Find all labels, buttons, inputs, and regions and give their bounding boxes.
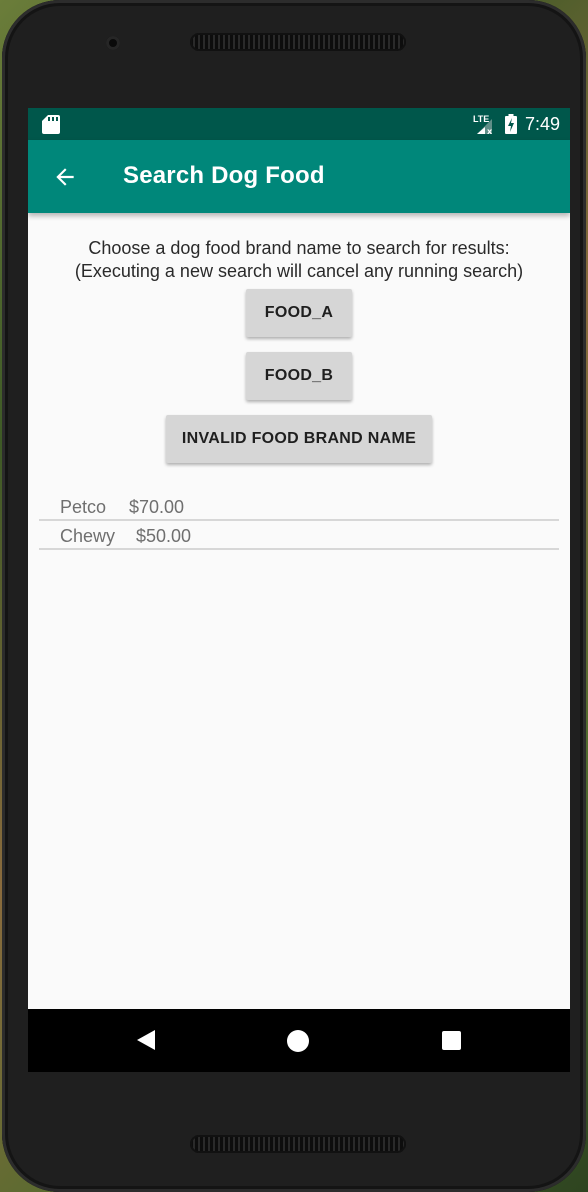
results-list: Petco $70.00 Chewy $50.00 <box>39 492 559 550</box>
app-bar: Search Dog Food <box>28 140 570 213</box>
triangle-back-icon[interactable] <box>136 1029 156 1051</box>
result-price: $70.00 <box>129 497 185 517</box>
food-a-button[interactable]: FOOD_A <box>246 289 352 337</box>
instructions-line-2: (Executing a new search will cancel any … <box>74 261 524 281</box>
signal-icon: LTE x <box>473 113 497 135</box>
bottom-speaker <box>190 1135 406 1153</box>
list-item[interactable]: Chewy $50.00 <box>39 521 559 550</box>
navigation-bar <box>28 1009 570 1072</box>
front-camera <box>106 36 120 50</box>
top-speaker <box>190 33 406 51</box>
svg-text:x: x <box>487 127 493 135</box>
arrow-left-icon[interactable] <box>52 164 78 190</box>
phone-frame: LTE x 7:49 Search Dog Food Choose a dog … <box>2 0 586 1192</box>
list-item[interactable]: Petco $70.00 <box>39 492 559 521</box>
result-price: $50.00 <box>136 526 192 546</box>
sd-card-icon <box>42 115 60 134</box>
instructions-text: Choose a dog food brand name to search f… <box>28 237 570 283</box>
invalid-food-brand-button[interactable]: INVALID FOOD BRAND NAME <box>166 415 432 463</box>
circle-home-icon[interactable] <box>287 1030 309 1052</box>
result-brand: Chewy <box>60 526 116 546</box>
battery-icon <box>504 114 517 134</box>
status-bar: LTE x 7:49 <box>28 108 570 140</box>
instructions-line-1: Choose a dog food brand name to search f… <box>88 238 510 258</box>
page-title: Search Dog Food <box>123 162 325 189</box>
screen: LTE x 7:49 Search Dog Food Choose a dog … <box>28 108 570 1072</box>
food-b-button[interactable]: FOOD_B <box>246 352 352 400</box>
status-clock: 7:49 <box>524 113 560 134</box>
result-brand: Petco <box>60 497 107 517</box>
square-recents-icon[interactable] <box>442 1031 461 1050</box>
